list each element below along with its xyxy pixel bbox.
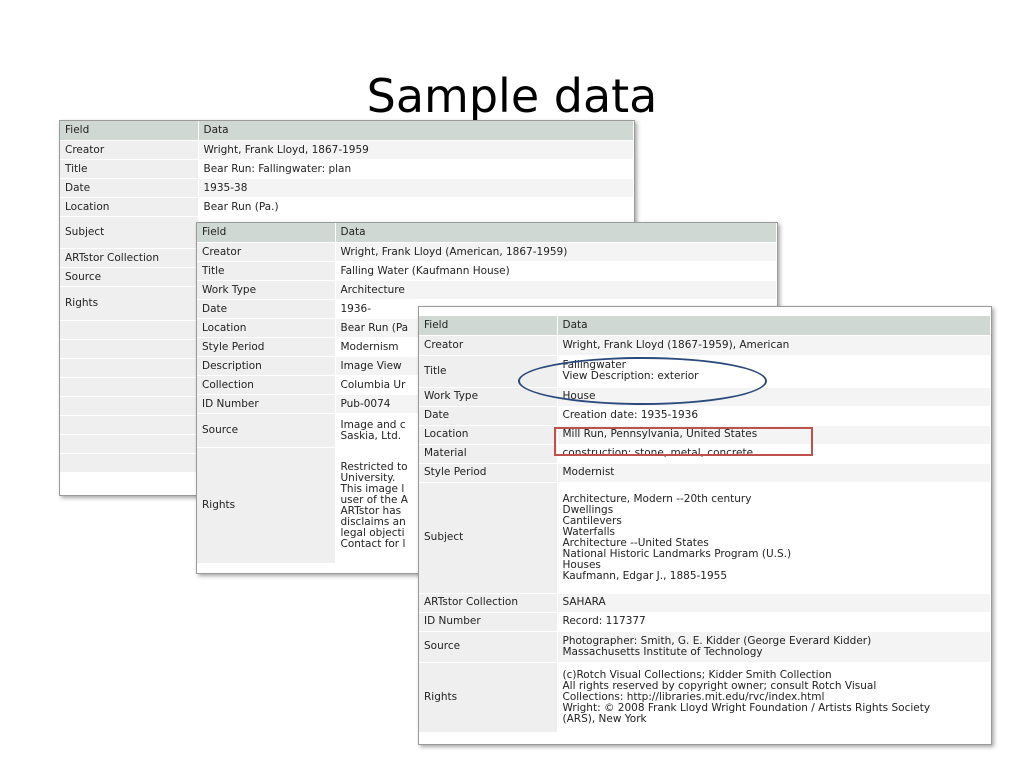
- table-row: Creator Wright, Frank Lloyd (American, 1…: [197, 242, 777, 262]
- slide-title: Sample data: [366, 69, 658, 123]
- table-row: Work Type Architecture: [197, 280, 777, 300]
- field-label: Subject: [60, 216, 199, 249]
- empty-cell: [60, 358, 199, 378]
- field-label: Date: [197, 299, 336, 319]
- field-label: Source: [197, 413, 336, 448]
- field-header: Field: [197, 223, 336, 243]
- field-label: Subject: [419, 482, 558, 594]
- field-value: Bear Run (Pa.): [198, 197, 634, 217]
- field-value: Photographer: Smith, G. E. Kidder (Georg…: [557, 631, 991, 663]
- field-value: Architecture, Modern --20th century Dwel…: [557, 482, 991, 594]
- field-value: Architecture: [335, 280, 777, 300]
- field-value: SAHARA: [557, 593, 991, 613]
- field-header: Field: [419, 315, 558, 336]
- field-label: Title: [197, 261, 336, 281]
- field-label: Title: [60, 159, 199, 179]
- field-label: Material: [419, 444, 558, 464]
- empty-cell: [60, 320, 199, 340]
- empty-cell: [60, 377, 199, 397]
- table-row: ARTstor Collection SAHARA: [419, 593, 991, 613]
- data-header: Data: [557, 315, 991, 336]
- table-row: Title Falling Water (Kaufmann House): [197, 261, 777, 281]
- table-row: Rights (c)Rotch Visual Collections; Kidd…: [419, 662, 991, 733]
- title-highlight-oval: [518, 357, 767, 405]
- field-value: Modernist: [557, 463, 991, 483]
- field-label: Description: [197, 356, 336, 376]
- field-value: Wright, Frank Lloyd (1867-1959), America…: [557, 335, 991, 356]
- empty-cell: [60, 453, 199, 473]
- field-label: ARTstor Collection: [60, 248, 199, 268]
- table-row: ID Number Record: 117377: [419, 612, 991, 632]
- table-row: Source Photographer: Smith, G. E. Kidder…: [419, 631, 991, 663]
- field-label: Work Type: [197, 280, 336, 300]
- field-label: Creator: [60, 140, 199, 160]
- table-row: Creator Wright, Frank Lloyd (1867-1959),…: [419, 335, 991, 356]
- field-label: Style Period: [197, 337, 336, 357]
- data-header: Data: [198, 121, 634, 141]
- table-row: Title Bear Run: Fallingwater: plan: [60, 159, 634, 179]
- table-row: Date 1935-38: [60, 178, 634, 198]
- field-value: Creation date: 1935-1936: [557, 406, 991, 426]
- field-label: Location: [197, 318, 336, 338]
- field-label: Location: [419, 425, 558, 445]
- data-header: Data: [335, 223, 777, 243]
- table-header: Field Data: [419, 315, 991, 336]
- field-label: Rights: [419, 662, 558, 733]
- panel-top-gap: [419, 307, 991, 316]
- field-value: Falling Water (Kaufmann House): [335, 261, 777, 281]
- table-row: Style Period Modernist: [419, 463, 991, 483]
- field-label: ID Number: [197, 394, 336, 414]
- empty-cell: [60, 339, 199, 359]
- field-label: Rights: [60, 286, 199, 321]
- field-header: Field: [60, 121, 199, 141]
- empty-cell: [60, 415, 199, 435]
- field-label: Creator: [419, 335, 558, 356]
- table-row: Location Bear Run (Pa.): [60, 197, 634, 217]
- field-label: Source: [419, 631, 558, 663]
- field-label: Location: [60, 197, 199, 217]
- field-label: ARTstor Collection: [419, 593, 558, 613]
- field-label: Style Period: [419, 463, 558, 483]
- field-label: Date: [60, 178, 199, 198]
- field-label: Collection: [197, 375, 336, 395]
- table-row: Subject Architecture, Modern --20th cent…: [419, 482, 991, 594]
- field-label: ID Number: [419, 612, 558, 632]
- table-row: Creator Wright, Frank Lloyd, 1867-1959: [60, 140, 634, 160]
- empty-cell: [60, 396, 199, 416]
- field-value: Wright, Frank Lloyd, 1867-1959: [198, 140, 634, 160]
- table-row: Date Creation date: 1935-1936: [419, 406, 991, 426]
- field-label: Creator: [197, 242, 336, 262]
- field-label: Source: [60, 267, 199, 287]
- table-header: Field Data: [197, 223, 777, 243]
- field-label: Rights: [197, 447, 336, 564]
- field-value: (c)Rotch Visual Collections; Kidder Smit…: [557, 662, 991, 733]
- field-label: Date: [419, 406, 558, 426]
- location-highlight-box: [554, 427, 813, 456]
- field-value: Wright, Frank Lloyd (American, 1867-1959…: [335, 242, 777, 262]
- field-value: Bear Run: Fallingwater: plan: [198, 159, 634, 179]
- empty-cell: [60, 434, 199, 454]
- field-value: Record: 117377: [557, 612, 991, 632]
- field-value: 1935-38: [198, 178, 634, 198]
- table-header: Field Data: [60, 121, 634, 141]
